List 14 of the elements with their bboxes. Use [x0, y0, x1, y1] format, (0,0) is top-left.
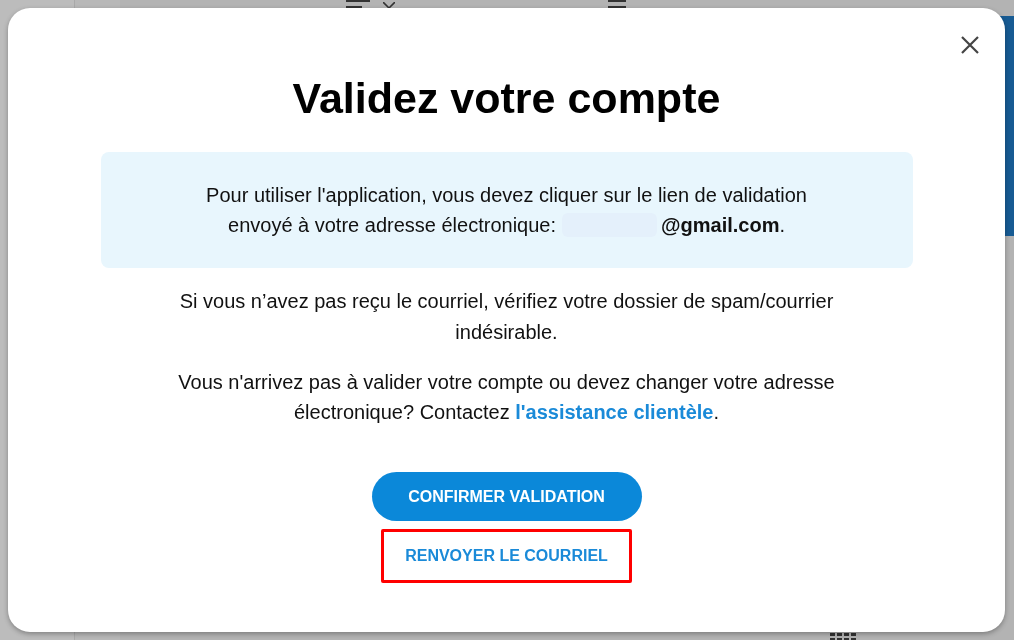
email-domain: @gmail.com. — [661, 213, 785, 238]
chevron-down-icon[interactable] — [383, 2, 395, 8]
menu-icon[interactable] — [608, 0, 626, 8]
info-text: Pour utiliser l'application, vous devez cliquer sur le lien de validation — [206, 183, 807, 208]
help-text: Vous n'arrivez pas à valider votre compte ou devez changer votre adresse électronique? Contactez l'assistance clientèle. — [177, 370, 836, 425]
support-link[interactable]: l'assistance clientèle — [515, 401, 714, 423]
grid-icon[interactable] — [830, 633, 856, 640]
confirm-button[interactable]: CONFIRMER VALIDATION — [371, 472, 642, 521]
dialog-title: Validez votre compte — [292, 73, 721, 123]
info-text: envoyé à votre adresse électronique: — [228, 213, 556, 238]
close-button[interactable] — [960, 35, 980, 55]
spam-note: Si vous n’avez pas reçu le courriel, vérifiez votre dossier de spam/courrier indésirable. — [178, 289, 835, 345]
resend-button[interactable]: RENVOYER LE COURRIEL — [381, 529, 632, 583]
close-icon — [960, 35, 980, 55]
